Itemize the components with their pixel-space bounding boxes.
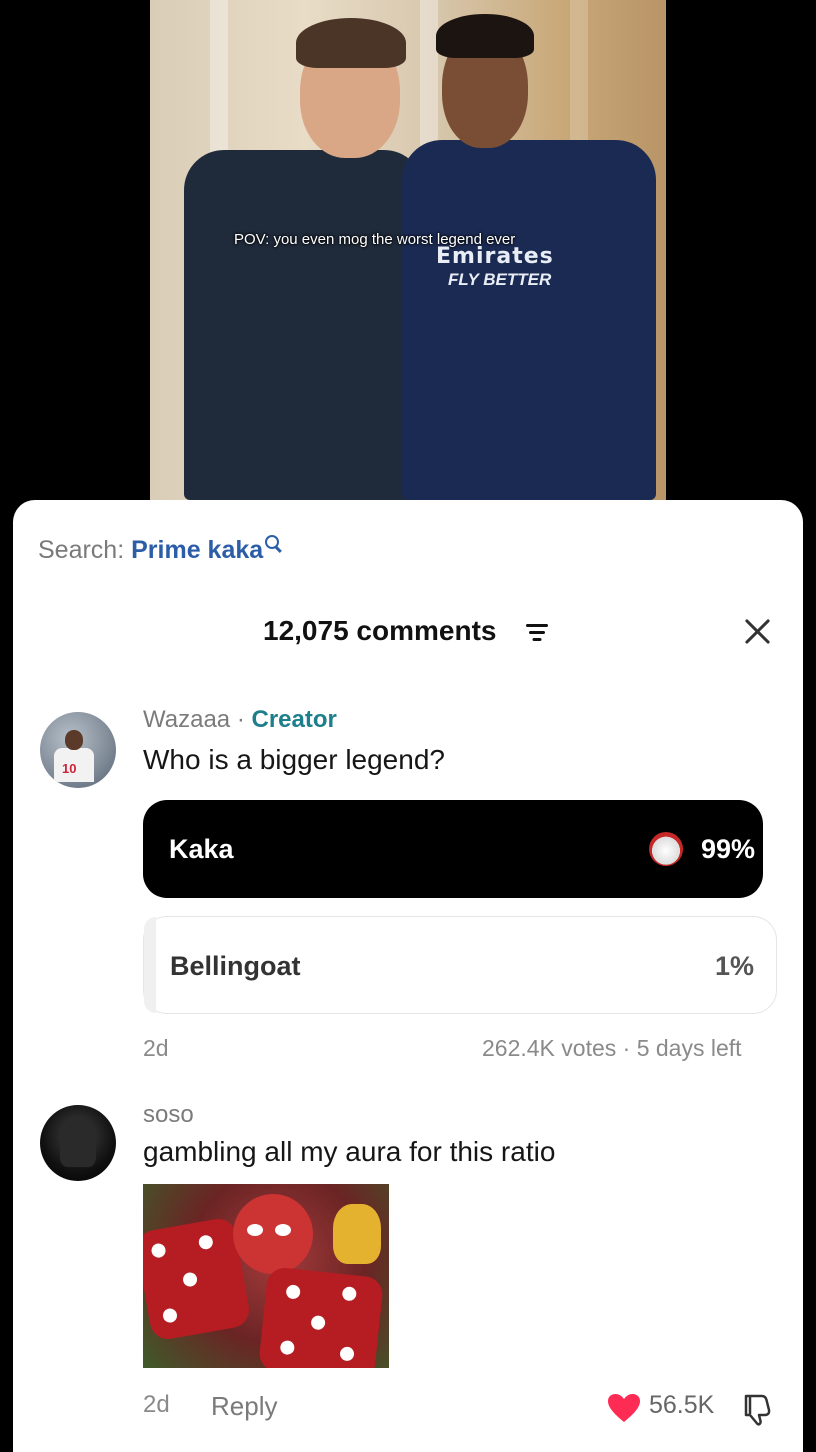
comment-image[interactable]	[143, 1184, 389, 1368]
comment-username[interactable]: soso	[143, 1101, 194, 1129]
like-count: 56.5K	[649, 1391, 715, 1419]
jersey-sponsor-tagline: FLY BETTER	[448, 270, 552, 289]
voter-avatar	[649, 832, 683, 866]
poll-option-bellingoat[interactable]: Bellingoat 1%	[143, 916, 777, 1014]
comment-text: Who is a bigger legend?	[143, 744, 445, 775]
heart-icon[interactable]	[607, 1393, 641, 1423]
video-player[interactable]: Emirates FLY BETTER POV: you even mog th…	[150, 0, 666, 500]
comments-sheet: Search: Prime kaka 12,075 comments 10 Wa…	[13, 500, 803, 1452]
creator-badge: Creator	[251, 706, 337, 733]
poll-option-label: Kaka	[169, 834, 234, 864]
username-text[interactable]: Wazaaa	[143, 706, 230, 733]
comment-age: 2d	[143, 1391, 170, 1418]
filter-icon[interactable]	[525, 624, 549, 642]
comment-text: gambling all my aura for this ratio	[143, 1136, 556, 1167]
poll-option-label: Bellingoat	[170, 951, 301, 981]
username-separator: ·	[230, 706, 252, 733]
comment-age: 2d	[143, 1035, 169, 1061]
avatar[interactable]	[40, 1105, 116, 1181]
reply-button[interactable]: Reply	[211, 1391, 277, 1422]
search-icon[interactable]	[265, 535, 280, 549]
search-suggestion[interactable]: Search: Prime kaka	[38, 535, 280, 565]
dislike-icon[interactable]	[738, 1390, 774, 1426]
poll-option-kaka[interactable]: Kaka 99%	[143, 800, 763, 898]
search-term[interactable]: Prime kaka	[131, 536, 263, 564]
poll-option-percent: 1%	[714, 951, 754, 981]
avatar[interactable]: 10	[40, 712, 116, 788]
close-icon[interactable]	[743, 616, 773, 646]
comment-username[interactable]: Wazaaa · Creator	[143, 706, 337, 734]
search-prefix: Search:	[38, 536, 125, 564]
poll-option-percent: 99%	[700, 834, 755, 864]
poll-votes-info: 262.4K votes · 5 days left	[482, 1035, 742, 1061]
video-caption: POV: you even mog the worst legend ever	[234, 231, 516, 248]
comments-count: 12,075 comments	[263, 615, 497, 646]
